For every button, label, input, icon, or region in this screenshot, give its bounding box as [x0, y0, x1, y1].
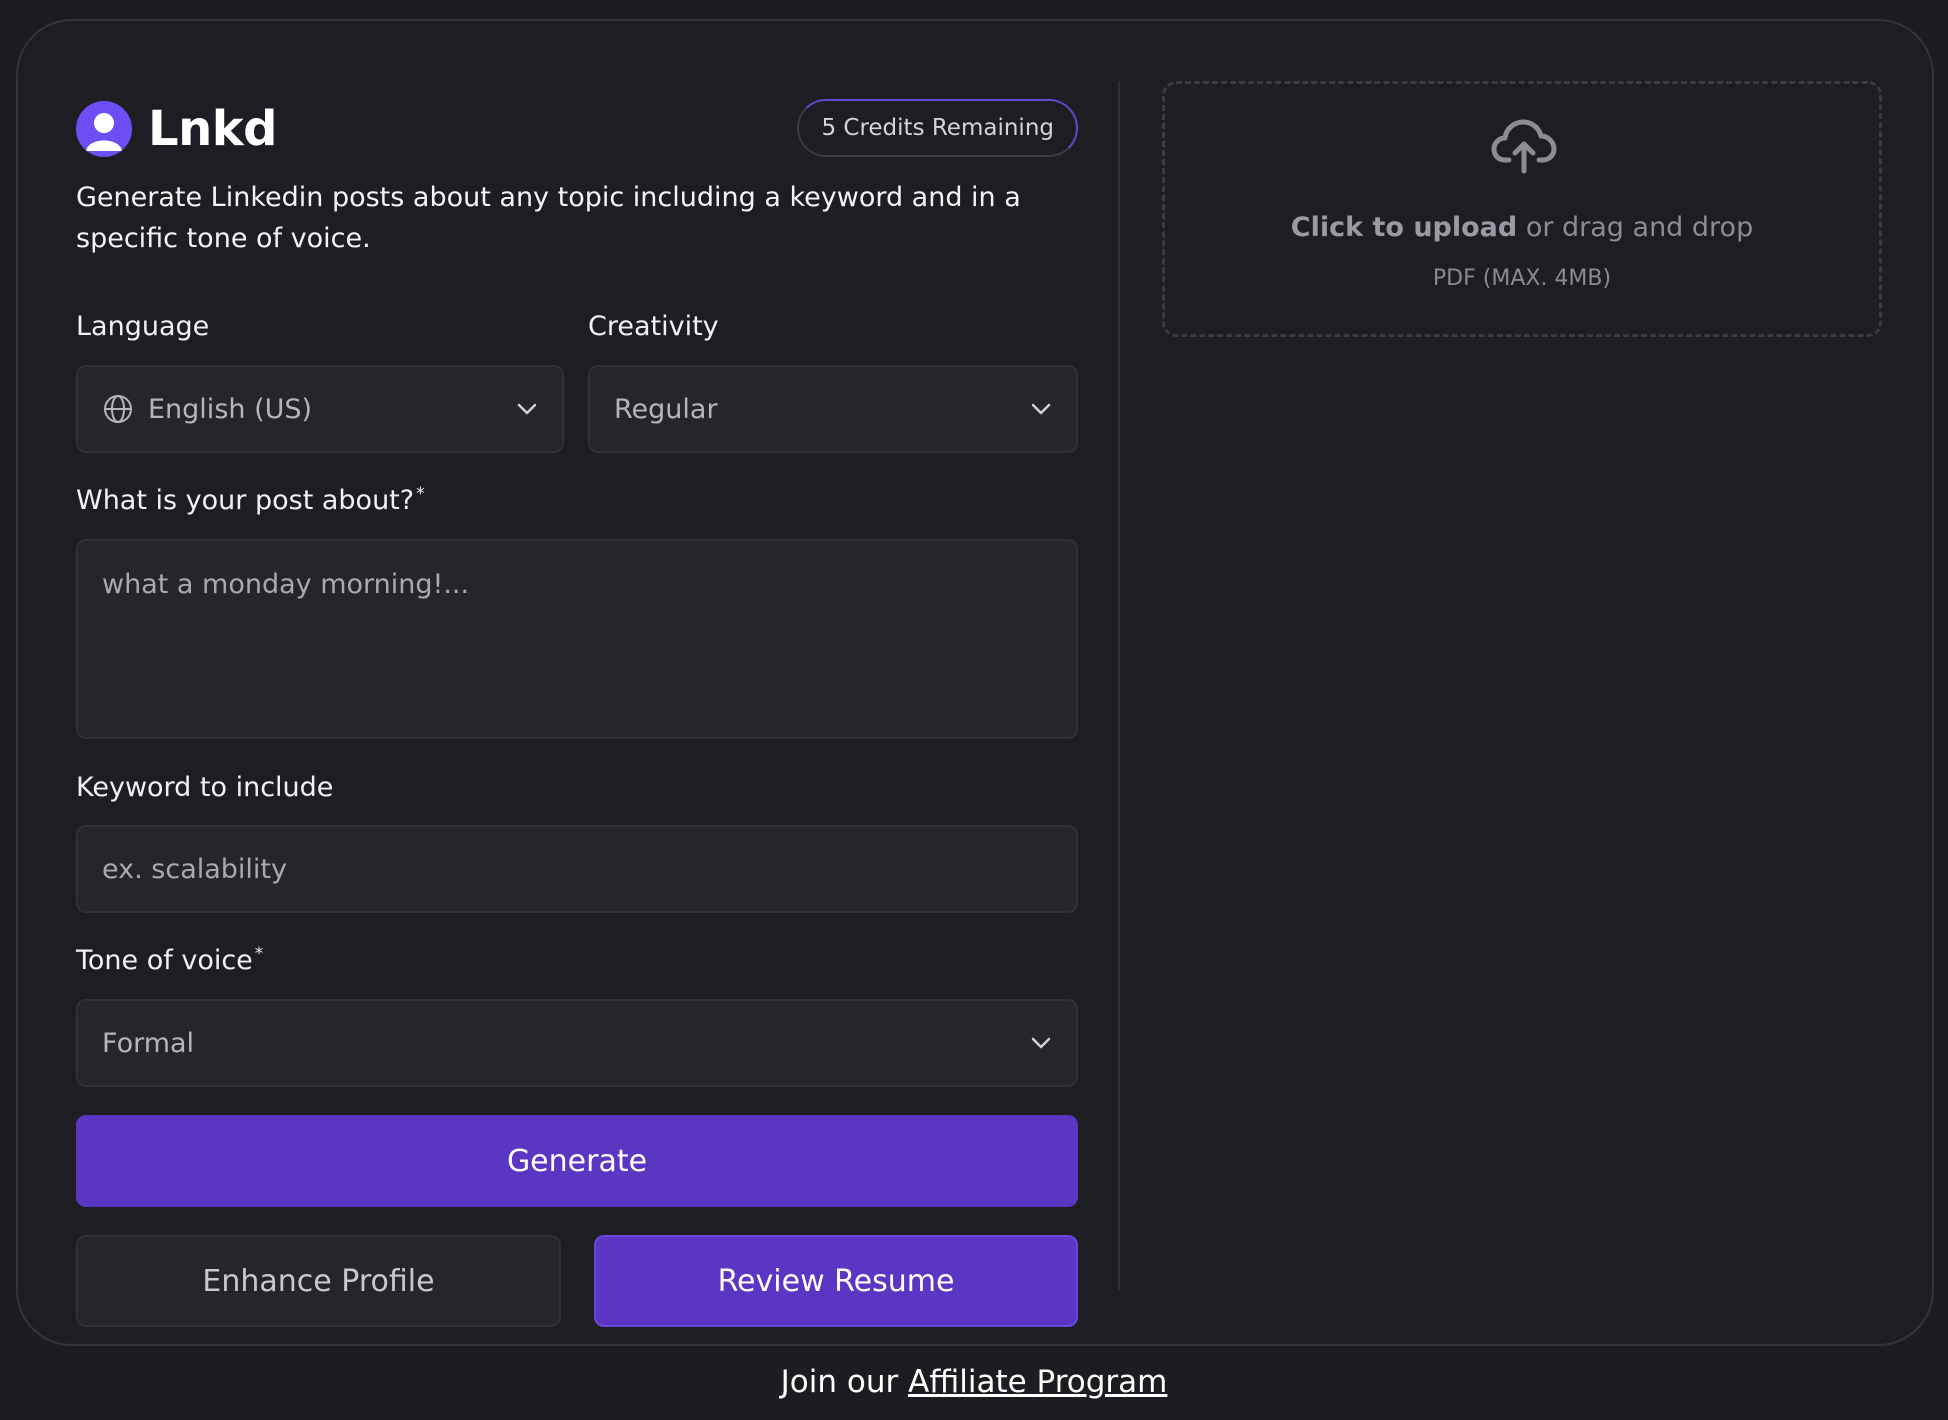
chevron-down-icon: [1031, 1037, 1051, 1049]
tone-value: Formal: [102, 1027, 195, 1059]
language-value: English (US): [148, 393, 313, 425]
click-to-upload-text[interactable]: Click to upload: [1291, 212, 1517, 243]
post-label-text: What is your post about?: [76, 485, 415, 516]
credits-badge: 5 Credits Remaining: [797, 99, 1078, 157]
creativity-label: Creativity: [588, 311, 719, 342]
main-card: Lnkd 5 Credits Remaining Generate Linked…: [16, 19, 1934, 1346]
language-label: Language: [76, 311, 210, 342]
enhance-profile-button[interactable]: Enhance Profile: [76, 1235, 561, 1327]
footer: Join our Affiliate Program: [0, 1364, 1948, 1400]
creativity-select[interactable]: Regular: [588, 365, 1078, 453]
required-mark: *: [254, 944, 264, 964]
panel-divider: [1118, 81, 1120, 1291]
language-select[interactable]: English (US): [76, 365, 564, 453]
page-description: Generate Linkedin posts about any topic …: [76, 182, 1021, 254]
review-resume-button[interactable]: Review Resume: [594, 1235, 1078, 1327]
tone-label-text: Tone of voice: [76, 945, 253, 976]
required-mark: *: [416, 484, 425, 504]
user-avatar-icon: [76, 101, 132, 157]
drag-drop-text: or drag and drop: [1517, 212, 1754, 243]
tone-label: Tone of voice *: [76, 945, 263, 976]
upload-instruction: Click to upload or drag and drop: [1165, 212, 1879, 243]
tone-select[interactable]: Formal: [76, 999, 1078, 1087]
chevron-down-icon: [1031, 403, 1051, 415]
upload-dropzone[interactable]: Click to upload or drag and drop PDF (MA…: [1162, 81, 1882, 337]
chevron-down-icon: [517, 403, 537, 415]
generate-button[interactable]: Generate: [76, 1115, 1078, 1207]
keyword-input[interactable]: ex. scalability: [76, 825, 1078, 913]
affiliate-program-link[interactable]: Affiliate Program: [908, 1364, 1167, 1400]
creativity-value: Regular: [614, 393, 718, 425]
post-placeholder: what a monday morning!...: [102, 569, 470, 600]
brand-name: Lnkd: [148, 101, 278, 157]
keyword-placeholder: ex. scalability: [102, 853, 287, 885]
post-topic-textarea[interactable]: what a monday morning!...: [76, 539, 1078, 739]
brand: Lnkd: [76, 101, 278, 157]
post-label: What is your post about? *: [76, 485, 425, 516]
globe-icon: [104, 395, 132, 423]
cloud-upload-icon: [1491, 119, 1557, 174]
footer-prefix: Join our: [780, 1364, 909, 1400]
upload-hint: PDF (MAX. 4MB): [1432, 266, 1612, 291]
keyword-label: Keyword to include: [76, 772, 334, 803]
